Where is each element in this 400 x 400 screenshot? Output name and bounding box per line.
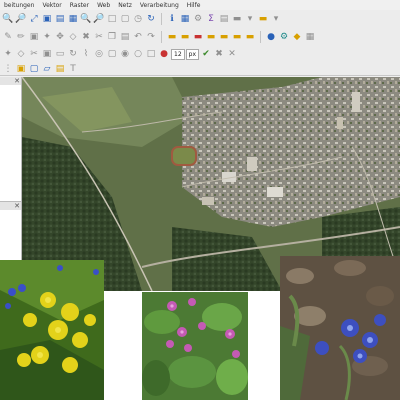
python-icon[interactable]: ◆ [291,31,303,43]
snap-icon[interactable]: ✔ [200,48,212,60]
photo-image [280,256,400,400]
photo-purple-flowers[interactable] [142,292,248,400]
menu-vector[interactable]: Vektor [38,2,65,9]
merge-icon[interactable]: ▣ [41,48,53,60]
show-label-icon[interactable]: ▬ [192,31,204,43]
change-label-icon[interactable]: ▬ [218,31,230,43]
menu-raster[interactable]: Raster [66,2,93,9]
close-icon[interactable]: ✕ [14,77,20,85]
reshape-icon[interactable]: ◇ [15,48,27,60]
vertex-tool-icon[interactable]: ✦ [2,48,14,60]
menu-bar: beitungen Vektor Raster Web Netz Verarbe… [0,0,400,10]
layers-panel-titlebar: ✕ [0,77,21,85]
add-ring-icon[interactable]: ◎ [93,48,105,60]
annotation-icon[interactable]: ▾ [270,13,282,25]
browser-panel-titlebar: ✕ [0,202,21,210]
menu-mesh[interactable]: Netz [114,2,136,9]
zoom-last-icon[interactable]: 🔍 [80,13,92,25]
browser-panel: ✕ [0,201,22,261]
new-map-view-icon[interactable]: □ [106,13,118,25]
copy-icon[interactable]: ❐ [106,31,118,43]
zoom-out-icon[interactable]: 🔎 [15,13,27,25]
map-tips-icon[interactable]: ▬ [257,13,269,25]
digitize-icon[interactable]: ✎ [2,31,14,43]
selection-toolbar: ⋮ ▣ ▢ ▱ ▤ T [0,62,400,76]
zoom-native-icon[interactable]: ▦ [67,13,79,25]
processing-toolbox-icon[interactable]: ⚙ [278,31,290,43]
menu-edit[interactable]: beitungen [0,2,38,9]
select-polygon-icon[interactable]: ▱ [41,63,53,75]
trace-icon[interactable]: ✖ [213,48,225,60]
split-icon[interactable]: ✂ [28,48,40,60]
menu-help[interactable]: Hilfe [183,2,205,9]
new-3d-view-icon[interactable]: ▢ [119,13,131,25]
add-part-icon[interactable]: ▢ [106,48,118,60]
editing-toolbar: ✎ ✏ ▣ ✦ ✥ ◇ ✖ ✂ ❐ ▤ ↶ ↷ ▬ ▬ ▬ ▬ ▬ ▬ ▬ ● … [0,28,400,46]
label-icon[interactable]: ▬ [166,31,178,43]
open-attribute-table-icon[interactable]: ▦ [179,13,191,25]
intersection-icon[interactable]: ✕ [226,48,238,60]
toolbar-separator [161,31,162,43]
dropdown-arrow-icon[interactable]: ▾ [244,13,256,25]
deselect-icon[interactable]: ▤ [54,63,66,75]
cut-icon[interactable]: ✂ [93,31,105,43]
record-icon[interactable]: ● [158,48,170,60]
simplify-icon[interactable]: ⌇ [80,48,92,60]
zoom-in-icon[interactable]: 🔍 [2,13,14,25]
unit-select[interactable]: px [185,48,199,60]
delete-icon[interactable]: ✖ [80,31,92,43]
layers-panel: ✕ [0,77,22,201]
rotate-label-icon[interactable]: ▬ [205,31,217,43]
toolbar-separator [161,13,162,25]
zoom-next-icon[interactable]: 🔎 [93,13,105,25]
menu-processing[interactable]: Verarbeitung [136,2,183,9]
node-tool-icon[interactable]: ◇ [67,31,79,43]
rotate-icon[interactable]: ↻ [67,48,79,60]
text-annotation-icon[interactable]: T [67,63,79,75]
field-calculator-icon[interactable]: ▤ [218,13,230,25]
photo-blue-flowers[interactable] [280,256,400,400]
plugin-icon[interactable]: ▦ [304,31,316,43]
move-label-icon[interactable]: ▬ [231,31,243,43]
zoom-full-icon[interactable]: ⤢ [28,13,40,25]
size-spinbox[interactable]: 12 [171,48,185,60]
add-feature-icon[interactable]: ✦ [41,31,53,43]
edit-icon[interactable]: ✏ [15,31,27,43]
undo-icon[interactable]: ↶ [132,31,144,43]
fill-ring-icon[interactable]: ◉ [119,48,131,60]
photo-image [142,292,248,400]
menu-web[interactable]: Web [93,2,114,9]
diagram-icon[interactable]: ▬ [244,31,256,43]
settings-icon[interactable]: ⚙ [192,13,204,25]
delete-part-icon[interactable]: □ [145,48,157,60]
temporal-controller-icon[interactable]: ◷ [132,13,144,25]
select-feature-icon[interactable]: ▣ [15,63,27,75]
zoom-layer-icon[interactable]: ▤ [54,13,66,25]
map-navigation-toolbar: 🔍 🔎 ⤢ ▣ ▤ ▦ 🔍 🔎 □ ▢ ◷ ↻ ℹ ▦ ⚙ Σ ▤ ▬ ▾ ▬ … [0,10,400,28]
save-edits-icon[interactable]: ▣ [28,31,40,43]
photo-image [0,260,104,400]
identify-icon[interactable]: ℹ [166,13,178,25]
digitizing-toolbar: ✦ ◇ ✂ ▣ ▭ ↻ ⌇ ◎ ▢ ◉ ○ □ ● 12 px ✔ ✖ ✕ [0,46,400,62]
pin-label-icon[interactable]: ▬ [179,31,191,43]
paste-icon[interactable]: ▤ [119,31,131,43]
globe-icon[interactable]: ● [265,31,277,43]
offset-icon[interactable]: ▭ [54,48,66,60]
refresh-icon[interactable]: ↻ [145,13,157,25]
redo-icon[interactable]: ↷ [145,31,157,43]
toolbar-separator [260,31,261,43]
delete-ring-icon[interactable]: ○ [132,48,144,60]
move-feature-icon[interactable]: ✥ [54,31,66,43]
zoom-selection-icon[interactable]: ▣ [41,13,53,25]
photo-yellow-flowers[interactable] [0,260,104,400]
qgis-window: beitungen Vektor Raster Web Netz Verarbe… [0,0,400,400]
select-rectangle-icon[interactable]: ▢ [28,63,40,75]
measure-icon[interactable]: ▬ [231,13,243,25]
sum-statistics-icon[interactable]: Σ [205,13,217,25]
close-icon[interactable]: ✕ [14,202,20,210]
toolbar-handle-icon: ⋮ [3,63,13,74]
